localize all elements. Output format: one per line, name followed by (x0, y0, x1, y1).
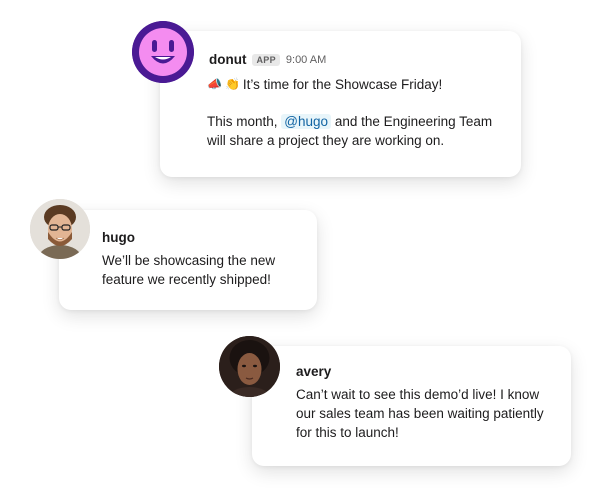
message-text: We’ll be showcasing the new feature we r… (102, 253, 276, 287)
smiling-face-icon (132, 21, 194, 83)
avatar-donut[interactable] (132, 21, 194, 83)
message-card-avery: avery Can’t wait to see this demo’d live… (252, 346, 571, 466)
author-name[interactable]: hugo (102, 230, 135, 245)
timestamp[interactable]: 9:00 AM (286, 54, 326, 66)
user-mention[interactable]: @hugo (281, 114, 332, 129)
avatar-hugo[interactable] (30, 199, 90, 259)
message-header: donut APP 9:00 AM (209, 52, 326, 67)
message-text: Can’t wait to see this demo’d live! I kn… (296, 387, 544, 440)
chat-showcase: donut APP 9:00 AM 📣 👏 It’s time for the … (0, 0, 601, 502)
message-card-donut: donut APP 9:00 AM 📣 👏 It’s time for the … (160, 31, 521, 177)
message-text: This month, (207, 114, 278, 129)
avatar-avery[interactable] (219, 336, 280, 397)
user-photo (30, 199, 90, 259)
message-card-hugo: hugo We’ll be showcasing the new feature… (59, 210, 317, 310)
clapping-hands-icon: 👏 (224, 77, 240, 91)
message-text: It’s time for the Showcase Friday! (242, 77, 443, 92)
author-name[interactable]: avery (296, 364, 331, 379)
user-photo (219, 336, 280, 397)
megaphone-icon: 📣 (207, 77, 222, 91)
app-badge: APP (252, 53, 280, 66)
message-line-1: 📣 👏 It’s time for the Showcase Friday! (207, 75, 442, 94)
author-name[interactable]: donut (209, 52, 246, 67)
message-line-2: This month, @hugo and the Engineering Te… (207, 112, 512, 150)
